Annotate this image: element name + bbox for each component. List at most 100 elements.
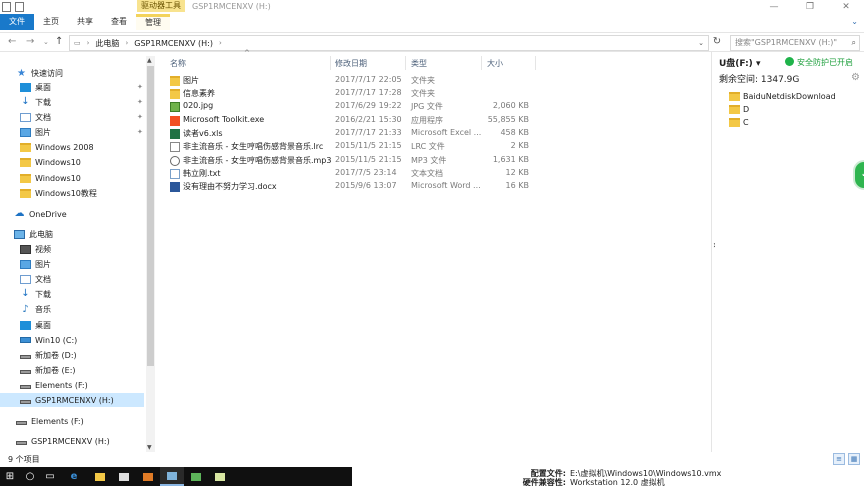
- sidebar-item-documents[interactable]: 文档: [20, 272, 51, 286]
- file-row[interactable]: 韩立刚.txt 2017/7/5 23:14 文本文档 12 KB: [165, 167, 715, 180]
- app-icon[interactable]: [184, 467, 208, 486]
- word-file-icon: [170, 182, 180, 192]
- app-icon[interactable]: [136, 467, 160, 486]
- large-icons-view-icon[interactable]: ▦: [848, 453, 860, 465]
- sidebar-item-windows10[interactable]: Windows10: [20, 155, 81, 169]
- column-header-date[interactable]: 修改日期: [335, 58, 367, 69]
- tab-home[interactable]: 主页: [34, 14, 68, 30]
- search-input[interactable]: 搜索"GSP1RMCENXV (H:)" ⌕: [730, 35, 860, 51]
- breadcrumb-separator-icon[interactable]: ›: [87, 39, 90, 47]
- pin-icon[interactable]: ✦: [137, 128, 143, 136]
- store-icon[interactable]: [112, 467, 136, 486]
- breadcrumb-drive[interactable]: GSP1RMCENXV (H:): [134, 39, 213, 48]
- list-item[interactable]: D: [729, 103, 836, 116]
- refresh-icon[interactable]: ↻: [711, 36, 723, 50]
- sidebar-item-downloads[interactable]: ↓ 下载: [20, 95, 51, 109]
- file-row[interactable]: Microsoft Toolkit.exe 2016/2/21 15:30 应用…: [165, 114, 715, 127]
- tab-share[interactable]: 共享: [68, 14, 102, 30]
- pin-icon[interactable]: ✦: [137, 83, 143, 91]
- sidebar-item-drive-d[interactable]: 新加卷 (D:): [20, 348, 77, 362]
- maximize-button[interactable]: ❐: [792, 0, 828, 14]
- column-header-name[interactable]: 名称: [170, 58, 186, 69]
- recent-locations-icon[interactable]: ⌄: [43, 38, 49, 46]
- breadcrumb-separator-icon[interactable]: ›: [125, 39, 128, 47]
- assistant-float-icon[interactable]: ✓: [853, 160, 864, 190]
- edge-browser-icon[interactable]: e: [60, 467, 88, 486]
- close-button[interactable]: ✕: [828, 0, 864, 14]
- new-folder-icon[interactable]: [15, 2, 24, 12]
- column-header-type[interactable]: 类型: [411, 58, 427, 69]
- file-row[interactable]: 020.jpg 2017/6/29 19:22 JPG 文件 2,060 KB: [165, 100, 715, 113]
- sidebar-item-desktop[interactable]: 桌面: [20, 318, 51, 332]
- up-arrow-icon[interactable]: ↑: [55, 36, 63, 47]
- tab-file[interactable]: 文件: [0, 14, 34, 30]
- pane-divider[interactable]: [711, 52, 712, 452]
- forward-arrow-icon[interactable]: →: [26, 36, 34, 47]
- sidebar-item-drive-c[interactable]: Win10 (C:): [20, 333, 77, 347]
- properties-icon[interactable]: [2, 2, 11, 12]
- task-view-icon[interactable]: ▭: [40, 467, 60, 486]
- column-divider[interactable]: [535, 56, 536, 70]
- drive-selector[interactable]: U盘(F:) ▾: [719, 56, 760, 69]
- column-divider[interactable]: [405, 56, 406, 70]
- file-row[interactable]: 非主流音乐 - 女生哼唱伤感背景音乐.mp3 2015/11/5 21:15 M…: [165, 154, 715, 167]
- column-header-size[interactable]: 大小: [487, 58, 503, 69]
- sidebar-item-quick-access[interactable]: ★ 快速访问: [16, 66, 63, 80]
- address-dropdown-icon[interactable]: ⌄: [698, 39, 704, 47]
- safe-status[interactable]: 安全防护已开启: [785, 57, 853, 68]
- sidebar-item-downloads[interactable]: ↓ 下载: [20, 287, 51, 301]
- sidebar-item-onedrive[interactable]: ☁ OneDrive: [14, 207, 67, 221]
- details-view-icon[interactable]: ≡: [833, 453, 845, 465]
- sidebar-item-drive-f[interactable]: Elements (F:): [20, 378, 88, 392]
- sidebar-item-music[interactable]: ♪ 音乐: [20, 302, 51, 316]
- file-row[interactable]: 没有理由不努力学习.docx 2015/9/6 13:07 Microsoft …: [165, 180, 715, 193]
- drive-icon: [20, 399, 31, 404]
- file-row[interactable]: 信息素养 2017/7/17 17:28 文件夹: [165, 87, 715, 100]
- sidebar-item-desktop[interactable]: 桌面: [20, 80, 51, 94]
- notepad-icon[interactable]: [208, 467, 232, 486]
- sidebar-item-gsp1rmcenxv-h[interactable]: GSP1RMCENXV (H:): [16, 434, 110, 448]
- gear-icon[interactable]: ⚙: [851, 72, 860, 83]
- sidebar-item-drive-h[interactable]: GSP1RMCENXV (H:): [0, 393, 144, 407]
- document-icon: [20, 274, 31, 284]
- column-divider[interactable]: [481, 56, 482, 70]
- pin-icon[interactable]: ✦: [137, 98, 143, 106]
- sidebar-item-drive-e[interactable]: 新加卷 (E:): [20, 363, 76, 377]
- list-item[interactable]: C: [729, 116, 836, 129]
- tab-manage[interactable]: 管理: [136, 14, 170, 30]
- address-bar[interactable]: ▭ › 此电脑 › GSP1RMCENXV (H:) › ⌄: [69, 35, 709, 51]
- pictures-icon: [20, 259, 31, 269]
- ribbon-tabs: 文件 主页 共享 查看 管理: [0, 14, 170, 30]
- scroll-down-icon[interactable]: ▼: [147, 444, 152, 451]
- windows-start-icon[interactable]: ⊞: [0, 467, 20, 486]
- sidebar-item-this-pc[interactable]: 此电脑: [14, 227, 53, 241]
- breadcrumb-separator-icon[interactable]: ›: [219, 39, 222, 47]
- column-divider[interactable]: [330, 56, 331, 70]
- file-explorer-icon[interactable]: [88, 467, 112, 486]
- search-circle-icon[interactable]: ○: [20, 467, 40, 486]
- breadcrumb-this-pc[interactable]: 此电脑: [95, 38, 119, 49]
- audio-file-icon: [170, 156, 180, 166]
- sidebar-item-videos[interactable]: 视频: [20, 242, 51, 256]
- back-arrow-icon[interactable]: ←: [8, 36, 16, 47]
- sidebar-scrollbar[interactable]: ▲ ▼: [146, 56, 155, 452]
- file-row[interactable]: 图片 2017/7/17 22:05 文件夹: [165, 74, 715, 87]
- sidebar-item-documents[interactable]: 文档: [20, 110, 51, 124]
- sidebar-item-elements-f[interactable]: Elements (F:): [16, 414, 84, 428]
- scrollbar-thumb[interactable]: [147, 66, 154, 366]
- sidebar-item-pictures[interactable]: 图片: [20, 125, 51, 139]
- list-item[interactable]: BaiduNetdiskDownload: [729, 90, 836, 103]
- file-explorer-active-icon[interactable]: [160, 467, 184, 486]
- file-row[interactable]: 非主流音乐 - 女生哼唱伤感背景音乐.lrc 2015/11/5 21:15 L…: [165, 140, 715, 153]
- minimize-button[interactable]: —: [756, 0, 792, 14]
- pictures-icon: [20, 127, 31, 137]
- tab-view[interactable]: 查看: [102, 14, 136, 30]
- scroll-up-icon[interactable]: ▲: [147, 57, 152, 64]
- sidebar-item-windows10-tutorial[interactable]: Windows10教程: [20, 186, 97, 200]
- file-row[interactable]: 读者v6.xls 2017/7/17 21:33 Microsoft Excel…: [165, 127, 715, 140]
- pin-icon[interactable]: ✦: [137, 113, 143, 121]
- chevron-down-icon[interactable]: ⌄: [851, 17, 858, 26]
- sidebar-item-windows10[interactable]: Windows10: [20, 171, 81, 185]
- sidebar-item-windows-2008[interactable]: Windows 2008: [20, 140, 94, 154]
- sidebar-item-pictures[interactable]: 图片: [20, 257, 51, 271]
